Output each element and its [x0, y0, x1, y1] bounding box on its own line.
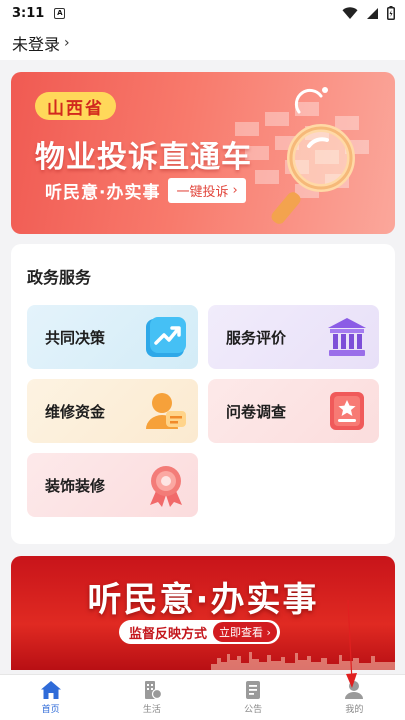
province-badge: 山西省 — [35, 92, 116, 120]
service-label: 维修资金 — [45, 402, 106, 421]
section-heading: 政务服务 — [27, 268, 92, 287]
complaint-button-label: 一键投诉 — [176, 185, 229, 200]
banner-headline: 听民意·办实事 — [87, 580, 319, 620]
bank-building-icon — [328, 318, 366, 356]
supervision-banner[interactable]: 听民意·办实事 监督反映方式 立即查看 › — [11, 556, 395, 670]
person-money-icon — [146, 393, 186, 429]
login-entry[interactable]: 未登录 › — [0, 26, 405, 60]
user-icon — [345, 681, 364, 699]
tab-life[interactable]: 生活 — [101, 675, 202, 720]
award-medal-icon — [150, 466, 182, 507]
gov-services-panel: 政务服务 共同决策 服务评价 维修资金 问卷调查 装饰装修 — [11, 244, 395, 544]
decorative-swirl — [294, 87, 328, 114]
tab-mine[interactable]: 我的 — [304, 675, 405, 720]
tab-label: 首页 — [41, 705, 60, 715]
tab-label: 我的 — [345, 705, 364, 715]
banner-title: 物业投诉直通车 — [35, 140, 252, 175]
login-text: 未登录 — [12, 35, 61, 54]
service-card-questionnaire[interactable]: 问卷调查 — [208, 379, 379, 443]
service-card-decoration[interactable]: 装饰装修 — [27, 453, 198, 517]
magnifier-icon — [271, 124, 355, 224]
chevron-right-icon: › — [266, 626, 271, 639]
service-card-service-evaluation[interactable]: 服务评价 — [208, 305, 379, 369]
service-label: 服务评价 — [226, 328, 287, 347]
building-icon — [144, 681, 162, 700]
service-label: 问卷调查 — [226, 402, 287, 421]
status-time: 3:11 — [12, 5, 45, 21]
view-now-button[interactable]: 立即查看 › — [213, 622, 277, 642]
supervision-pill-text: 监督反映方式 — [129, 626, 208, 642]
tab-label: 生活 — [142, 705, 161, 715]
service-card-joint-decision[interactable]: 共同决策 — [27, 305, 198, 369]
wifi-icon — [342, 6, 358, 19]
complaint-button[interactable]: 一键投诉 › — [168, 178, 246, 203]
signal-icon — [367, 7, 378, 19]
city-skyline-decoration — [211, 652, 395, 670]
service-card-maintenance-fund[interactable]: 维修资金 — [27, 379, 198, 443]
home-icon — [40, 681, 61, 699]
document-icon — [246, 681, 261, 699]
notification-icon: A — [54, 7, 66, 19]
chevron-right-icon: › — [64, 35, 70, 51]
bottom-tab-bar: 首页 生活 公告 我的 — [0, 674, 405, 720]
battery-icon — [387, 6, 395, 20]
supervision-pill: 监督反映方式 立即查看 › — [119, 620, 280, 644]
service-label: 共同决策 — [45, 328, 106, 347]
tab-label: 公告 — [244, 705, 263, 715]
tab-announcements[interactable]: 公告 — [203, 675, 304, 720]
complaint-banner[interactable]: 山西省 物业投诉直通车 听民意·办实事 一键投诉 › — [11, 72, 395, 234]
trend-chart-icon — [146, 317, 186, 357]
survey-ribbon-icon — [330, 392, 364, 430]
tab-home[interactable]: 首页 — [0, 675, 101, 720]
chevron-right-icon: › — [232, 183, 238, 198]
status-bar: 3:11 A — [0, 0, 405, 26]
view-now-label: 立即查看 — [219, 626, 264, 639]
banner-slogan: 听民意·办实事 — [45, 183, 161, 203]
service-label: 装饰装修 — [45, 476, 106, 495]
